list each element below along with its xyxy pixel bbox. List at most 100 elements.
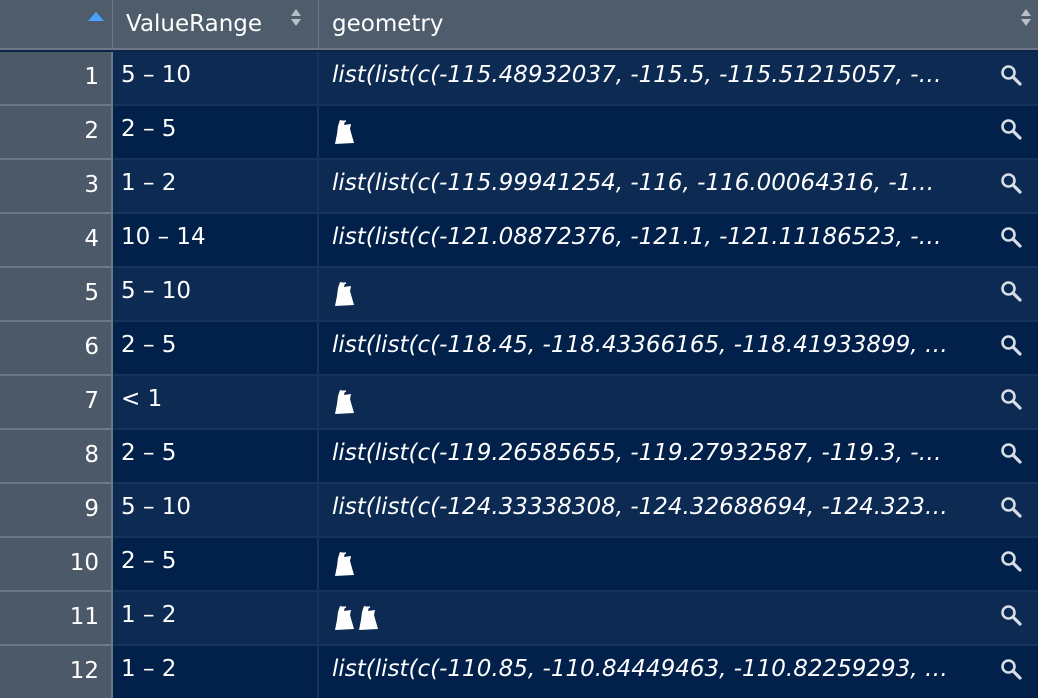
- valuerange-value: < 1: [121, 386, 163, 412]
- table-row: 8 2 – 5 list(list(c(-119.26585655, -119.27…: [0, 430, 1038, 484]
- row-index: 5: [84, 280, 99, 306]
- valuerange-value: 5 – 10: [121, 278, 192, 304]
- geometry-cell: list(list(c(-115.99941254, -116, -116.00…: [319, 160, 1038, 214]
- row-index-cell: 6: [0, 322, 113, 376]
- row-index: 2: [84, 118, 99, 144]
- table-row: 12 1 – 2 list(list(c(-110.85, -110.8444946…: [0, 646, 1038, 698]
- geometry-value: list(list(c(-118.45, -118.43366165, -118…: [332, 332, 948, 358]
- geometry-value: list(list(c(-115.48932037, -115.5, -115.…: [332, 62, 942, 88]
- valuerange-value: 1 – 2: [121, 602, 177, 628]
- valuerange-value: 1 – 2: [121, 170, 177, 196]
- sort-both-icon[interactable]: [291, 9, 301, 29]
- geometry-value: list(list(c(-119.26585655, -119.27932587…: [332, 440, 942, 466]
- valuerange-cell: 1 – 2: [113, 646, 319, 698]
- polygon-glyph-icon: [333, 281, 355, 307]
- row-index: 7: [84, 388, 99, 414]
- magnifier-icon[interactable]: [1000, 442, 1022, 464]
- valuerange-cell: 5 – 10: [113, 52, 319, 106]
- row-index-cell: 3: [0, 160, 113, 214]
- polygon-glyph-double-icon: [333, 605, 379, 631]
- geometry-value: list(list(c(-115.99941254, -116, -116.00…: [332, 170, 935, 196]
- column-header-index[interactable]: [0, 0, 113, 48]
- magnifier-icon[interactable]: [1000, 118, 1022, 140]
- valuerange-cell: 1 – 2: [113, 592, 319, 646]
- magnifier-icon[interactable]: [1000, 550, 1022, 572]
- geometry-cell: [319, 106, 1038, 160]
- valuerange-cell: 5 – 10: [113, 268, 319, 322]
- table-row: 4 10 – 14 list(list(c(-121.08872376, -121.…: [0, 214, 1038, 268]
- row-index-cell: 5: [0, 268, 113, 322]
- row-index: 8: [84, 442, 99, 468]
- geometry-cell: list(list(c(-118.45, -118.43366165, -118…: [319, 322, 1038, 376]
- valuerange-value: 5 – 10: [121, 62, 192, 88]
- row-index-cell: 9: [0, 484, 113, 538]
- geometry-cell: list(list(c(-110.85, -110.84449463, -110…: [319, 646, 1038, 698]
- valuerange-value: 1 – 2: [121, 656, 177, 682]
- table-row: 2 2 – 5: [0, 106, 1038, 160]
- data-viewer-table: ValueRange geometry 1 5 – 10 list(list(c(-…: [0, 0, 1038, 698]
- valuerange-cell: 2 – 5: [113, 322, 319, 376]
- valuerange-value: 2 – 5: [121, 116, 177, 142]
- geometry-cell: [319, 592, 1038, 646]
- magnifier-icon[interactable]: [1000, 388, 1022, 410]
- column-header-valuerange[interactable]: ValueRange: [113, 0, 319, 48]
- valuerange-cell: 1 – 2: [113, 160, 319, 214]
- table-row: 3 1 – 2 list(list(c(-115.99941254, -116, -…: [0, 160, 1038, 214]
- geometry-value: list(list(c(-121.08872376, -121.1, -121.…: [332, 224, 942, 250]
- row-index: 3: [84, 172, 99, 198]
- valuerange-cell: 10 – 14: [113, 214, 319, 268]
- polygon-glyph-icon: [333, 119, 355, 145]
- valuerange-cell: < 1: [113, 376, 319, 430]
- row-index-cell: 2: [0, 106, 113, 160]
- magnifier-icon[interactable]: [1000, 334, 1022, 356]
- magnifier-icon[interactable]: [1000, 64, 1022, 86]
- column-header-geometry[interactable]: geometry: [319, 0, 1038, 48]
- valuerange-cell: 2 – 5: [113, 106, 319, 160]
- table-row: 6 2 – 5 list(list(c(-118.45, -118.43366165…: [0, 322, 1038, 376]
- geometry-cell: [319, 268, 1038, 322]
- valuerange-cell: 2 – 5: [113, 430, 319, 484]
- valuerange-value: 2 – 5: [121, 440, 177, 466]
- row-index: 12: [69, 658, 99, 684]
- table-row: 11 1 – 2: [0, 592, 1038, 646]
- valuerange-value: 10 – 14: [121, 224, 206, 250]
- table-row: 10 2 – 5: [0, 538, 1038, 592]
- sort-ascending-icon[interactable]: [88, 12, 104, 21]
- row-index: 4: [84, 226, 99, 252]
- geometry-cell: [319, 538, 1038, 592]
- column-header-label: ValueRange: [126, 11, 263, 37]
- magnifier-icon[interactable]: [1000, 496, 1022, 518]
- magnifier-icon[interactable]: [1000, 658, 1022, 680]
- geometry-cell: list(list(c(-121.08872376, -121.1, -121.…: [319, 214, 1038, 268]
- row-index: 1: [84, 64, 99, 90]
- row-index-cell: 11: [0, 592, 113, 646]
- sort-both-icon[interactable]: [1021, 9, 1031, 29]
- geometry-cell: list(list(c(-124.33338308, -124.32688694…: [319, 484, 1038, 538]
- polygon-glyph-icon: [333, 389, 355, 415]
- row-index-cell: 8: [0, 430, 113, 484]
- valuerange-value: 5 – 10: [121, 494, 192, 520]
- table-header: ValueRange geometry: [0, 0, 1038, 50]
- table-row: 7 < 1: [0, 376, 1038, 430]
- magnifier-icon[interactable]: [1000, 226, 1022, 248]
- row-index: 6: [84, 334, 99, 360]
- row-index: 11: [69, 604, 99, 630]
- polygon-glyph-icon: [333, 551, 355, 577]
- magnifier-icon[interactable]: [1000, 604, 1022, 626]
- geometry-cell: list(list(c(-115.48932037, -115.5, -115.…: [319, 52, 1038, 106]
- magnifier-icon[interactable]: [1000, 172, 1022, 194]
- geometry-cell: [319, 376, 1038, 430]
- magnifier-icon[interactable]: [1000, 280, 1022, 302]
- geometry-cell: list(list(c(-119.26585655, -119.27932587…: [319, 430, 1038, 484]
- valuerange-cell: 2 – 5: [113, 538, 319, 592]
- row-index-cell: 4: [0, 214, 113, 268]
- row-index: 9: [84, 496, 99, 522]
- valuerange-cell: 5 – 10: [113, 484, 319, 538]
- geometry-value: list(list(c(-110.85, -110.84449463, -110…: [332, 656, 948, 682]
- row-index-cell: 1: [0, 52, 113, 106]
- geometry-value: list(list(c(-124.33338308, -124.32688694…: [332, 494, 948, 520]
- row-index: 10: [69, 550, 99, 576]
- row-index-cell: 12: [0, 646, 113, 698]
- row-index-cell: 10: [0, 538, 113, 592]
- table-row: 9 5 – 10 list(list(c(-124.33338308, -124.3…: [0, 484, 1038, 538]
